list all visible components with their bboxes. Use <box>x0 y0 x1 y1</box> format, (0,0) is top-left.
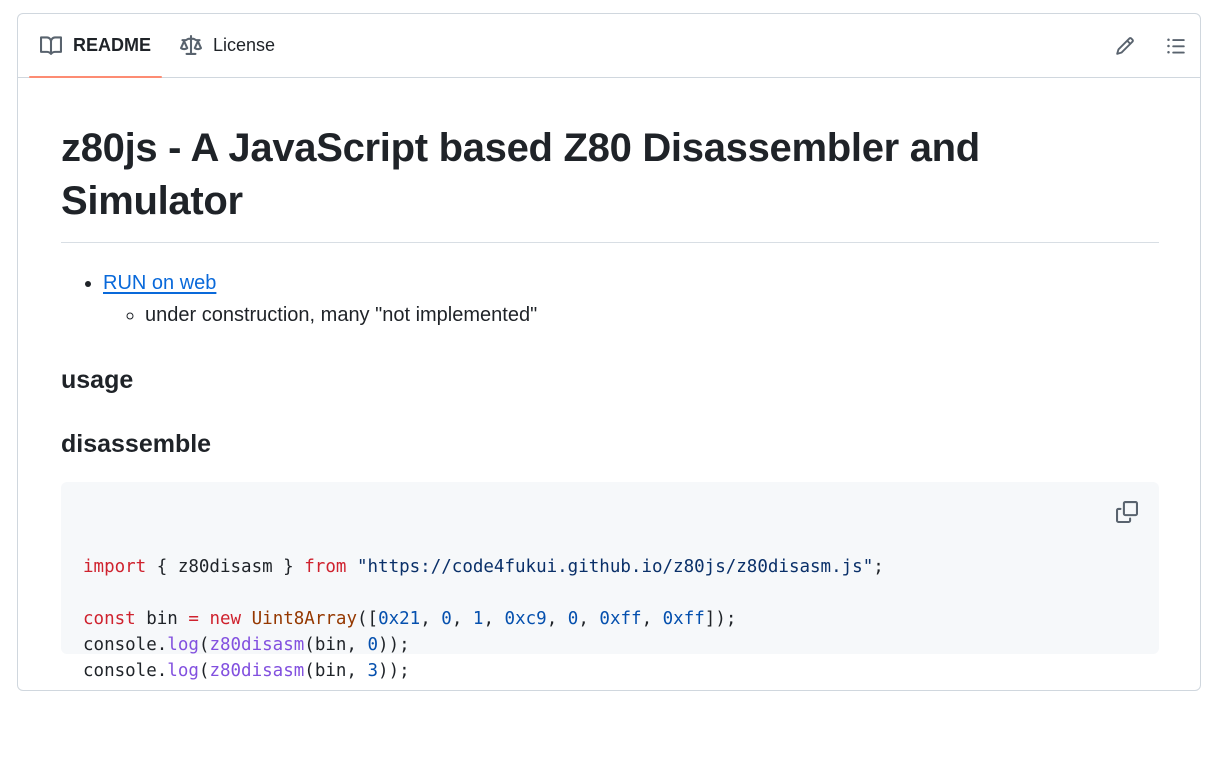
code-token: z80disasm <box>209 635 305 655</box>
code-token: Uint8Array <box>251 609 357 629</box>
tab-readme[interactable]: README <box>29 14 163 78</box>
pencil-icon <box>1116 36 1134 55</box>
code-token: ]); <box>704 609 737 629</box>
code-token: bin <box>135 609 189 629</box>
code-line: console.log(z80disasm(bin, 0)); <box>83 632 1137 658</box>
code-token: log <box>167 661 199 681</box>
code-token: , <box>578 609 600 629</box>
code-line: const bin = new Uint8Array([0x21, 0, 1, … <box>83 606 1137 632</box>
code-token: 1 <box>472 609 484 629</box>
code-token: , <box>483 609 505 629</box>
code-token: (bin, <box>304 661 368 681</box>
run-on-web-link[interactable]: RUN on web <box>103 272 216 294</box>
code-token: , <box>641 609 663 629</box>
tab-readme-label: README <box>73 35 152 55</box>
code-token: const <box>83 609 136 629</box>
code-token: ( <box>198 635 210 655</box>
list-item: RUN on web under construction, many "not… <box>103 267 1159 331</box>
code-token: console. <box>83 661 168 681</box>
code-token: )); <box>378 635 410 655</box>
copy-button[interactable] <box>1115 500 1139 524</box>
tab-actions <box>1113 14 1188 77</box>
code-token: ; <box>873 557 884 577</box>
code-token: import <box>83 557 147 577</box>
code-token: = <box>188 609 199 629</box>
readme-panel: README License z80js - A JavaScript base… <box>17 13 1201 691</box>
code-block[interactable]: import { z80disasm } from "https://code4… <box>61 482 1159 681</box>
readme-bullet-list: RUN on web under construction, many "not… <box>61 267 1159 331</box>
code-token: , <box>546 609 568 629</box>
code-token: (bin, <box>304 635 368 655</box>
code-lines: import { z80disasm } from "https://code4… <box>83 554 1137 684</box>
tab-license-label: License <box>213 35 276 55</box>
code-token: console. <box>83 635 168 655</box>
code-token: 0xff <box>599 609 642 629</box>
code-token: ([ <box>356 609 379 629</box>
outline-button[interactable] <box>1164 34 1188 58</box>
code-token: , <box>420 609 442 629</box>
code-line: console.log(z80disasm(bin, 3)); <box>83 658 1137 684</box>
copy-icon <box>1116 501 1138 523</box>
book-icon <box>40 35 62 57</box>
code-token: "https://code4fukui.github.io/z80js/z80d… <box>356 557 874 577</box>
code-token: from <box>304 557 347 577</box>
heading-disassemble: disassemble <box>61 430 212 458</box>
readme-title: z80js - A JavaScript based Z80 Disassemb… <box>61 122 1159 243</box>
code-token: 3 <box>367 661 379 681</box>
code-token: 0x21 <box>378 609 421 629</box>
sub-list: under construction, many "not implemente… <box>103 299 1159 331</box>
code-token: , <box>451 609 473 629</box>
code-token: 0 <box>567 609 579 629</box>
code-line: import { z80disasm } from "https://code4… <box>83 554 1137 580</box>
code-token: ( <box>198 661 210 681</box>
readme-content: z80js - A JavaScript based Z80 Disassemb… <box>61 78 1159 681</box>
code-token: log <box>167 635 199 655</box>
code-token: )); <box>378 661 410 681</box>
code-token: new <box>209 609 242 629</box>
code-token: z80disasm <box>209 661 305 681</box>
code-token: { z80disasm } <box>146 557 305 577</box>
code-token: 0xff <box>662 609 705 629</box>
code-token: 0xc9 <box>504 609 547 629</box>
scale-icon <box>180 34 202 57</box>
edit-button[interactable] <box>1113 34 1137 58</box>
sub-list-item: under construction, many "not implemente… <box>145 299 1159 331</box>
readme-tabbar: README License <box>18 14 1200 78</box>
list-icon <box>1167 38 1185 53</box>
tab-license[interactable]: License <box>180 14 275 77</box>
code-token: 0 <box>441 609 452 629</box>
heading-usage: usage <box>61 366 134 394</box>
code-token: 0 <box>367 635 379 655</box>
